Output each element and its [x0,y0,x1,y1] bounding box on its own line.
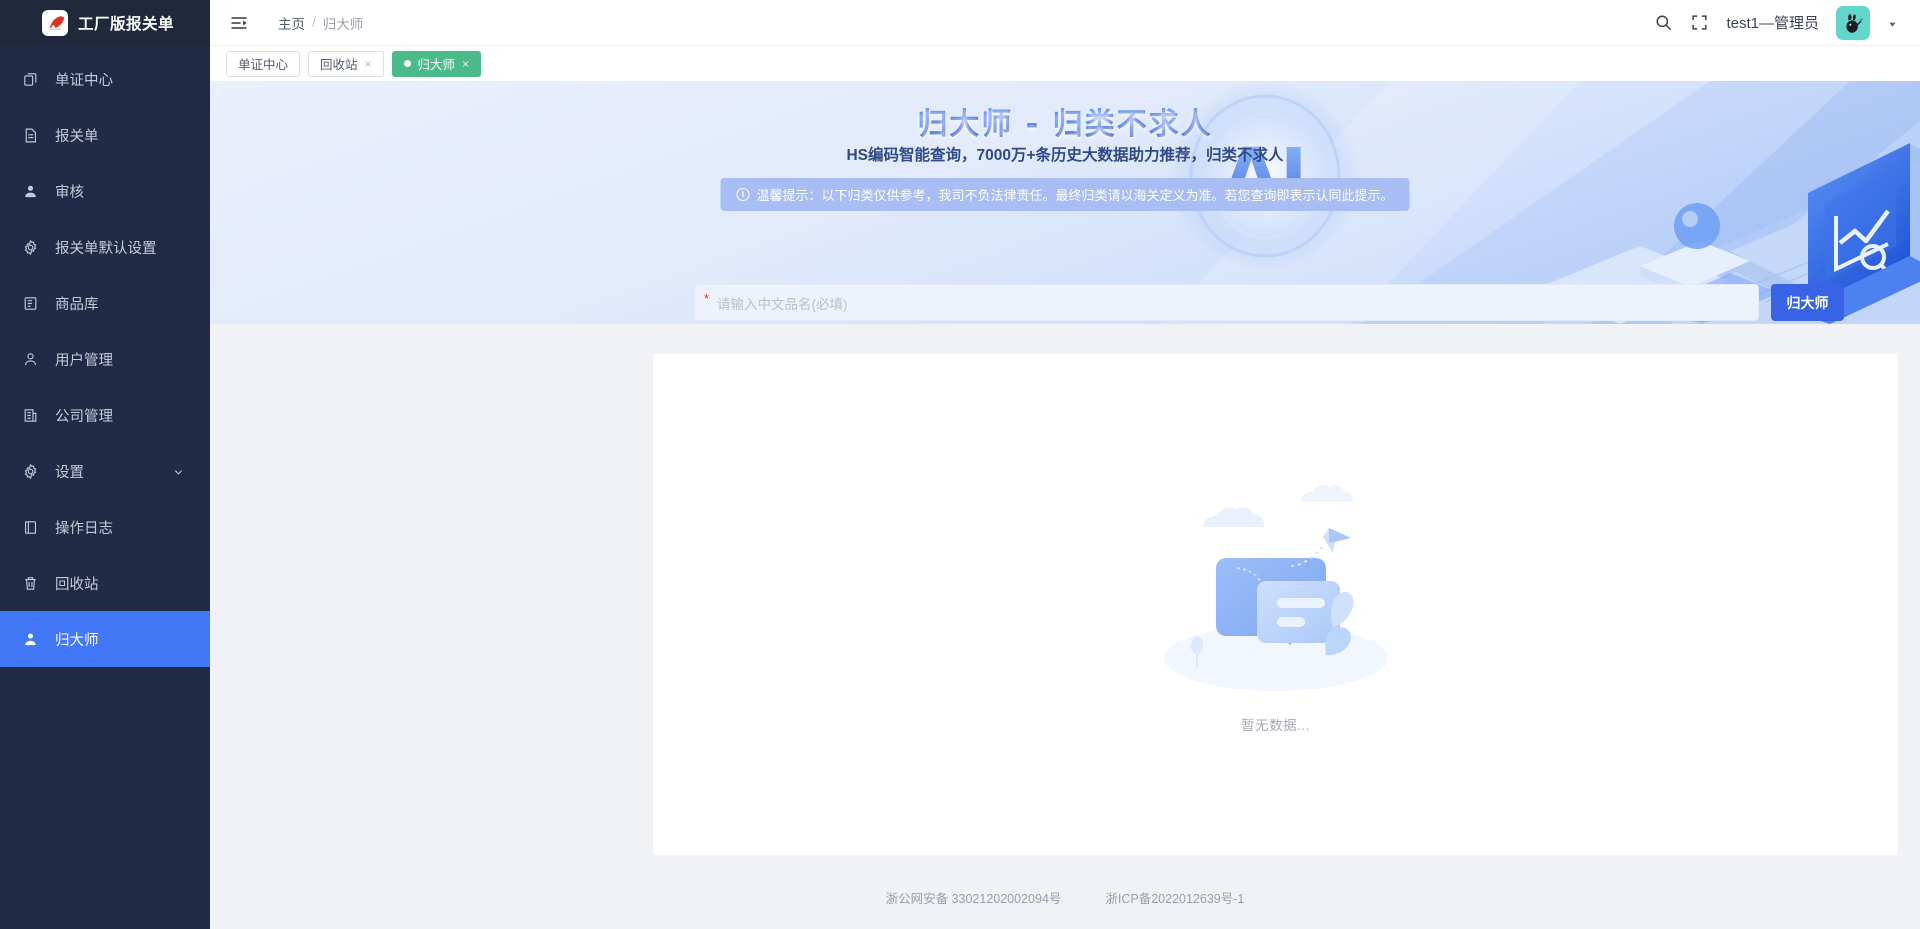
topbar-actions: test1—管理员 [1654,5,1898,40]
building-icon [22,407,39,424]
app-root: 工厂版报关单 单证中心 报关单 审核 报关单默认设置 商品库 用户管理 公司管理… [0,0,1920,929]
sidebar-item-label: 单证中心 [55,72,113,89]
sidebar-item-shenhe[interactable]: 审核 [0,163,210,219]
tab-close-icon[interactable]: × [462,58,469,70]
banner-subtitle: HS编码智能查询，7000万+条历史大数据助力推荐，归类不求人 [846,147,1284,164]
rocket-logo-icon [42,9,68,36]
tab-label: 回收站 [320,58,358,72]
log-icon [22,519,39,536]
sidebar-item-shezhi[interactable]: 设置 [0,443,210,499]
main-column: 主页 / 归大师 test1—管理员 单证中心 回收站 × 归大师 × AI 归… [210,0,1920,929]
tab-danzhengzhongxin[interactable]: 单证中心 [226,50,301,77]
avatar[interactable] [1836,5,1870,40]
document-icon [22,127,39,144]
empty-state-text: 暂无数据... [1241,717,1310,733]
banner-title: 归大师 - 归类不求人 [917,99,1212,143]
breadcrumb-separator: / [312,15,316,30]
tab-close-icon[interactable]: × [365,58,372,70]
product-name-field[interactable]: * 请输入中文品名(必填) [694,284,1759,321]
hint-text: 温馨提示：以下归类仅供参考，我司不负法律责任。最终归类请以海关定义为准。若您查询… [756,188,1394,203]
submit-button[interactable]: 归大师 [1771,284,1844,321]
tab-huishouzhan[interactable]: 回收站 × [308,50,384,77]
menu-fold-icon[interactable] [228,12,250,34]
sidebar-menu: 单证中心 报关单 审核 报关单默认设置 商品库 用户管理 公司管理 设置 操作日… [0,45,210,929]
search-icon[interactable] [1654,13,1673,32]
trash-icon [22,575,39,592]
tab-label: 单证中心 [238,58,289,72]
user-check-icon [22,183,39,200]
sidebar-item-label: 操作日志 [55,520,113,537]
sidebar-item-gongsiguanli[interactable]: 公司管理 [0,387,210,443]
sidebar: 工厂版报关单 单证中心 报关单 审核 报关单默认设置 商品库 用户管理 公司管理… [0,0,210,929]
hero-banner: AI 归大师 - 归类不求人 HS编码智能查询，7000万+条历史大数据助力推荐… [210,81,1920,324]
person-filled-icon [22,631,39,648]
footer: 浙公网安备 33021202002094号 浙ICP备2022012639号-1 [210,888,1920,907]
required-marker: * [704,291,710,306]
sidebar-item-label: 报关单 [55,128,99,145]
sidebar-item-shangpinku[interactable]: 商品库 [0,275,210,331]
content-area: 暂无数据... 浙公网安备 33021202002094号 浙ICP备20220… [210,324,1920,929]
tab-active-dot-icon [403,60,411,67]
classification-search-form: * 请输入中文品名(必填) 归大师 重置 用途（厨房用、工业用、摩托车用等） [694,284,1844,324]
hint-bar: i 温馨提示：以下归类仅供参考，我司不负法律责任。最终归类请以海关定义为准。若您… [720,178,1410,211]
topbar: 主页 / 归大师 test1—管理员 [210,0,1920,45]
chat-bubbles-empty-state [1163,484,1388,691]
person-icon [22,351,39,368]
breadcrumb: 主页 / 归大师 [278,13,363,33]
sidebar-item-label: 报关单默认设置 [55,240,157,257]
sidebar-item-guidashi[interactable]: 归大师 [0,611,210,667]
sidebar-item-label: 回收站 [55,576,99,593]
sidebar-item-label: 公司管理 [55,408,113,425]
sidebar-item-label: 商品库 [55,296,99,313]
gear-icon [22,239,39,256]
fullscreen-icon[interactable] [1690,13,1709,32]
sidebar-item-baoguandan-default-settings[interactable]: 报关单默认设置 [0,219,210,275]
police-record-link[interactable]: 浙公网安备 33021202002094号 [886,888,1062,907]
sidebar-logo-text: 工厂版报关单 [78,15,175,33]
sidebar-item-danzhengzhongxin[interactable]: 单证中心 [0,51,210,107]
gear-icon [22,463,39,480]
sidebar-item-yonghuguanli[interactable]: 用户管理 [0,331,210,387]
tab-guidashi[interactable]: 归大师 × [391,50,482,77]
chevron-down-icon [173,466,184,477]
breadcrumb-current: 归大师 [322,16,364,32]
icp-record-link[interactable]: 浙ICP备2022012639号-1 [1105,888,1244,907]
product-name-placeholder: 请输入中文品名(必填) [717,296,848,312]
sidebar-item-label: 归大师 [55,632,99,649]
sidebar-item-label: 设置 [55,464,84,481]
caret-down-icon[interactable] [1887,17,1898,28]
info-icon: i [736,188,750,201]
breadcrumb-home[interactable]: 主页 [278,13,305,33]
tab-strip: 单证中心 回收站 × 归大师 × [210,45,1920,130]
results-card: 暂无数据... [653,354,1898,855]
tab-label: 归大师 [417,58,456,72]
sidebar-item-baoguandan[interactable]: 报关单 [0,107,210,163]
sidebar-item-huishouzhan[interactable]: 回收站 [0,555,210,611]
box-icon [22,295,39,312]
sidebar-item-caozuorizhi[interactable]: 操作日志 [0,499,210,555]
sidebar-logo[interactable]: 工厂版报关单 [0,0,210,45]
sidebar-item-label: 用户管理 [55,352,113,369]
sidebar-item-label: 审核 [55,184,84,201]
copy-icon [22,71,39,88]
username-label: test1—管理员 [1726,15,1819,32]
